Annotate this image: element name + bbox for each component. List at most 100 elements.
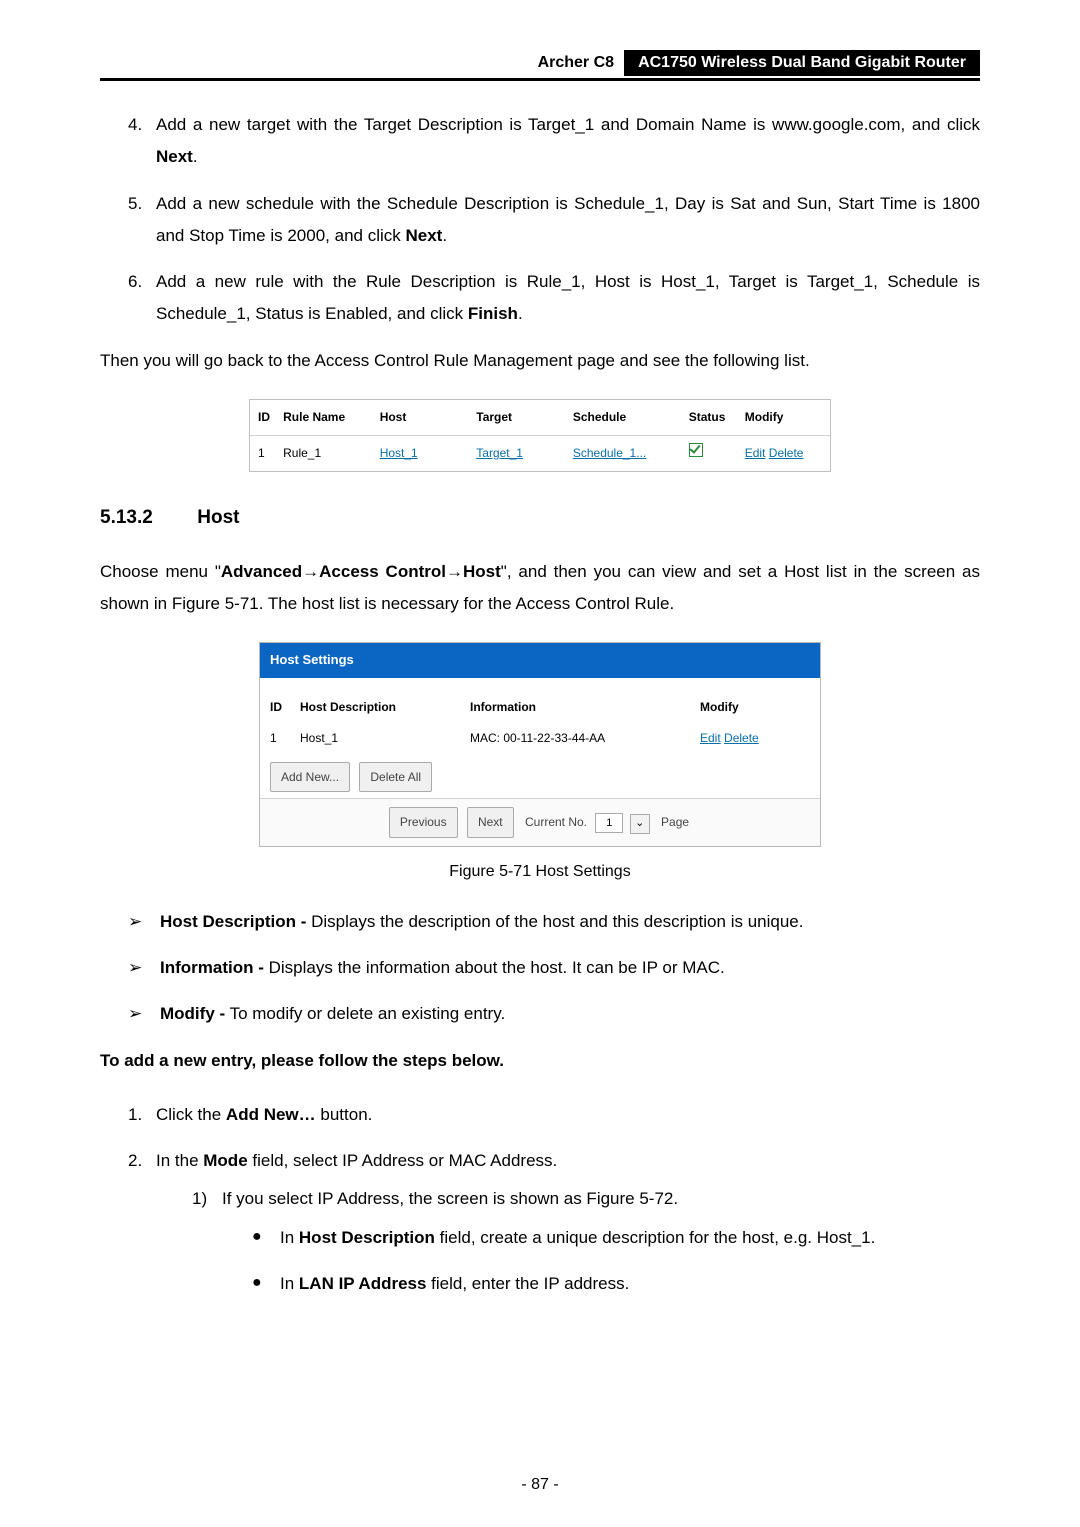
col-id: ID — [258, 406, 283, 429]
delete-all-button[interactable]: Delete All — [359, 762, 432, 793]
host-link[interactable]: Host_1 — [380, 446, 418, 460]
bullet-item: ● In LAN IP Address field, enter the IP … — [252, 1268, 980, 1300]
target-link[interactable]: Target_1 — [476, 446, 523, 460]
next-button[interactable]: Next — [467, 807, 514, 838]
arrow-text: Displays the information about the host.… — [264, 958, 725, 977]
add-entry-heading: To add a new entry, please follow the st… — [100, 1045, 980, 1077]
step-item: 5. Add a new schedule with the Schedule … — [128, 188, 980, 253]
step-number: 1. — [128, 1099, 142, 1131]
rule-mgmt-header: ID Rule Name Host Target Schedule Status… — [250, 400, 830, 436]
status-check-icon — [689, 443, 703, 457]
step-item: 4. Add a new target with the Target Desc… — [128, 109, 980, 174]
delete-link[interactable]: Delete — [769, 446, 804, 460]
page-label: Page — [661, 815, 689, 829]
step-item: 6. Add a new rule with the Rule Descript… — [128, 266, 980, 331]
host-settings-nav: Previous Next Current No. 1 ⌄ Page — [260, 798, 820, 846]
add-new-button[interactable]: Add New... — [270, 762, 350, 793]
step-item: 2. In the Mode field, select IP Address … — [128, 1145, 980, 1300]
figure-caption: Figure 5-71 Host Settings — [100, 857, 980, 887]
host-settings-title: Host Settings — [260, 643, 820, 682]
host-settings-body: ID Host Description Information Modify 1… — [260, 682, 820, 798]
cell-target: Target_1 — [476, 442, 573, 465]
arrow-text: To modify or delete an existing entry. — [225, 1004, 505, 1023]
arrow-icon: ➢ — [128, 952, 142, 984]
step-text: Add a new schedule with the Schedule Des… — [156, 194, 980, 245]
cell-schedule: Schedule_1... — [573, 442, 689, 465]
steps-list: 4. Add a new target with the Target Desc… — [100, 109, 980, 331]
step-number: 6. — [128, 266, 142, 298]
cell-rule-name: Rule_1 — [283, 442, 380, 465]
col-target: Target — [476, 406, 573, 429]
then-line: Then you will go back to the Access Cont… — [100, 345, 980, 377]
sub-text: If you select IP Address, the screen is … — [222, 1189, 678, 1208]
hcol-desc: Host Description — [300, 696, 470, 719]
header-model: Archer C8 — [538, 50, 624, 76]
col-rule-name: Rule Name — [283, 406, 380, 429]
previous-button[interactable]: Previous — [389, 807, 458, 838]
sub-list: 1) If you select IP Address, the screen … — [156, 1183, 980, 1300]
cell-status — [689, 442, 745, 465]
section-heading: 5.13.2 Host — [100, 500, 980, 536]
page-root: Archer C8 AC1750 Wireless Dual Band Giga… — [100, 0, 980, 1501]
arrow-list: ➢ Host Description - Displays the descri… — [100, 906, 980, 1031]
hcol-info: Information — [470, 696, 700, 719]
step-number: 5. — [128, 188, 142, 220]
step-number: 4. — [128, 109, 142, 141]
cell-id: 1 — [258, 442, 283, 465]
col-schedule: Schedule — [573, 406, 689, 429]
section-title: Host — [197, 507, 239, 528]
arrow-text: Displays the description of the host and… — [306, 912, 803, 931]
host-settings-header: ID Host Description Information Modify — [270, 692, 810, 723]
hcol-modify: Modify — [700, 696, 800, 719]
cell-host: Host_1 — [380, 442, 477, 465]
step-text: Add a new target with the Target Descrip… — [156, 115, 980, 166]
host-edit-link[interactable]: Edit — [700, 731, 721, 745]
hcell-modify: Edit Delete — [700, 727, 800, 750]
schedule-link[interactable]: Schedule_1... — [573, 446, 646, 460]
steps-list-2: 1. Click the Add New… button. 2. In the … — [100, 1099, 980, 1300]
step-text: Add a new rule with the Rule Description… — [156, 272, 980, 323]
header-title: AC1750 Wireless Dual Band Gigabit Router — [624, 50, 980, 76]
content: 4. Add a new target with the Target Desc… — [100, 109, 980, 1501]
bullet-icon: ● — [252, 1268, 262, 1298]
section-number: 5.13.2 — [100, 500, 192, 536]
page-header: Archer C8 AC1750 Wireless Dual Band Giga… — [100, 50, 980, 81]
col-host: Host — [380, 406, 477, 429]
bullet-item: ● In Host Description field, create a un… — [252, 1222, 980, 1254]
host-delete-link[interactable]: Delete — [724, 731, 759, 745]
page-number: - 87 - — [100, 1470, 980, 1500]
rule-mgmt-row: 1 Rule_1 Host_1 Target_1 Schedule_1... E… — [250, 436, 830, 471]
current-no-input[interactable]: 1 — [595, 813, 623, 833]
arrow-item: ➢ Host Description - Displays the descri… — [128, 906, 980, 938]
col-modify: Modify — [745, 406, 822, 429]
current-no-label: Current No. — [525, 815, 587, 829]
step-text: Click the Add New… button. — [156, 1105, 372, 1124]
cell-modify: Edit Delete — [745, 442, 822, 465]
host-settings-row: 1 Host_1 MAC: 00-11-22-33-44-AA Edit Del… — [270, 723, 810, 754]
step-number: 2. — [128, 1145, 142, 1177]
page-dropdown[interactable]: ⌄ — [630, 814, 650, 834]
arrow-icon: ➢ — [128, 906, 142, 938]
arrow-bold: Modify - — [160, 1004, 225, 1023]
hcell-id: 1 — [270, 727, 300, 750]
hcell-desc: Host_1 — [300, 727, 470, 750]
hcell-info: MAC: 00-11-22-33-44-AA — [470, 727, 700, 750]
header-inner: Archer C8 AC1750 Wireless Dual Band Giga… — [100, 50, 980, 76]
edit-link[interactable]: Edit — [745, 446, 766, 460]
step-text: In the Mode field, select IP Address or … — [156, 1151, 557, 1170]
sub-number: 1) — [192, 1183, 207, 1215]
host-intro: Choose menu "Advanced→Access Control→Hos… — [100, 556, 980, 621]
bullet-icon: ● — [252, 1222, 262, 1252]
host-settings-buttons: Add New... Delete All — [270, 762, 810, 793]
arrow-item: ➢ Modify - To modify or delete an existi… — [128, 998, 980, 1030]
col-status: Status — [689, 406, 745, 429]
host-settings-panel: Host Settings ID Host Description Inform… — [259, 642, 821, 847]
sub-item: 1) If you select IP Address, the screen … — [192, 1183, 980, 1300]
bullet-list: ● In Host Description field, create a un… — [222, 1222, 980, 1301]
arrow-bold: Host Description - — [160, 912, 306, 931]
arrow-icon: ➢ — [128, 998, 142, 1030]
arrow-item: ➢ Information - Displays the information… — [128, 952, 980, 984]
step-item: 1. Click the Add New… button. — [128, 1099, 980, 1131]
rule-mgmt-table: ID Rule Name Host Target Schedule Status… — [249, 399, 831, 472]
hcol-id: ID — [270, 696, 300, 719]
